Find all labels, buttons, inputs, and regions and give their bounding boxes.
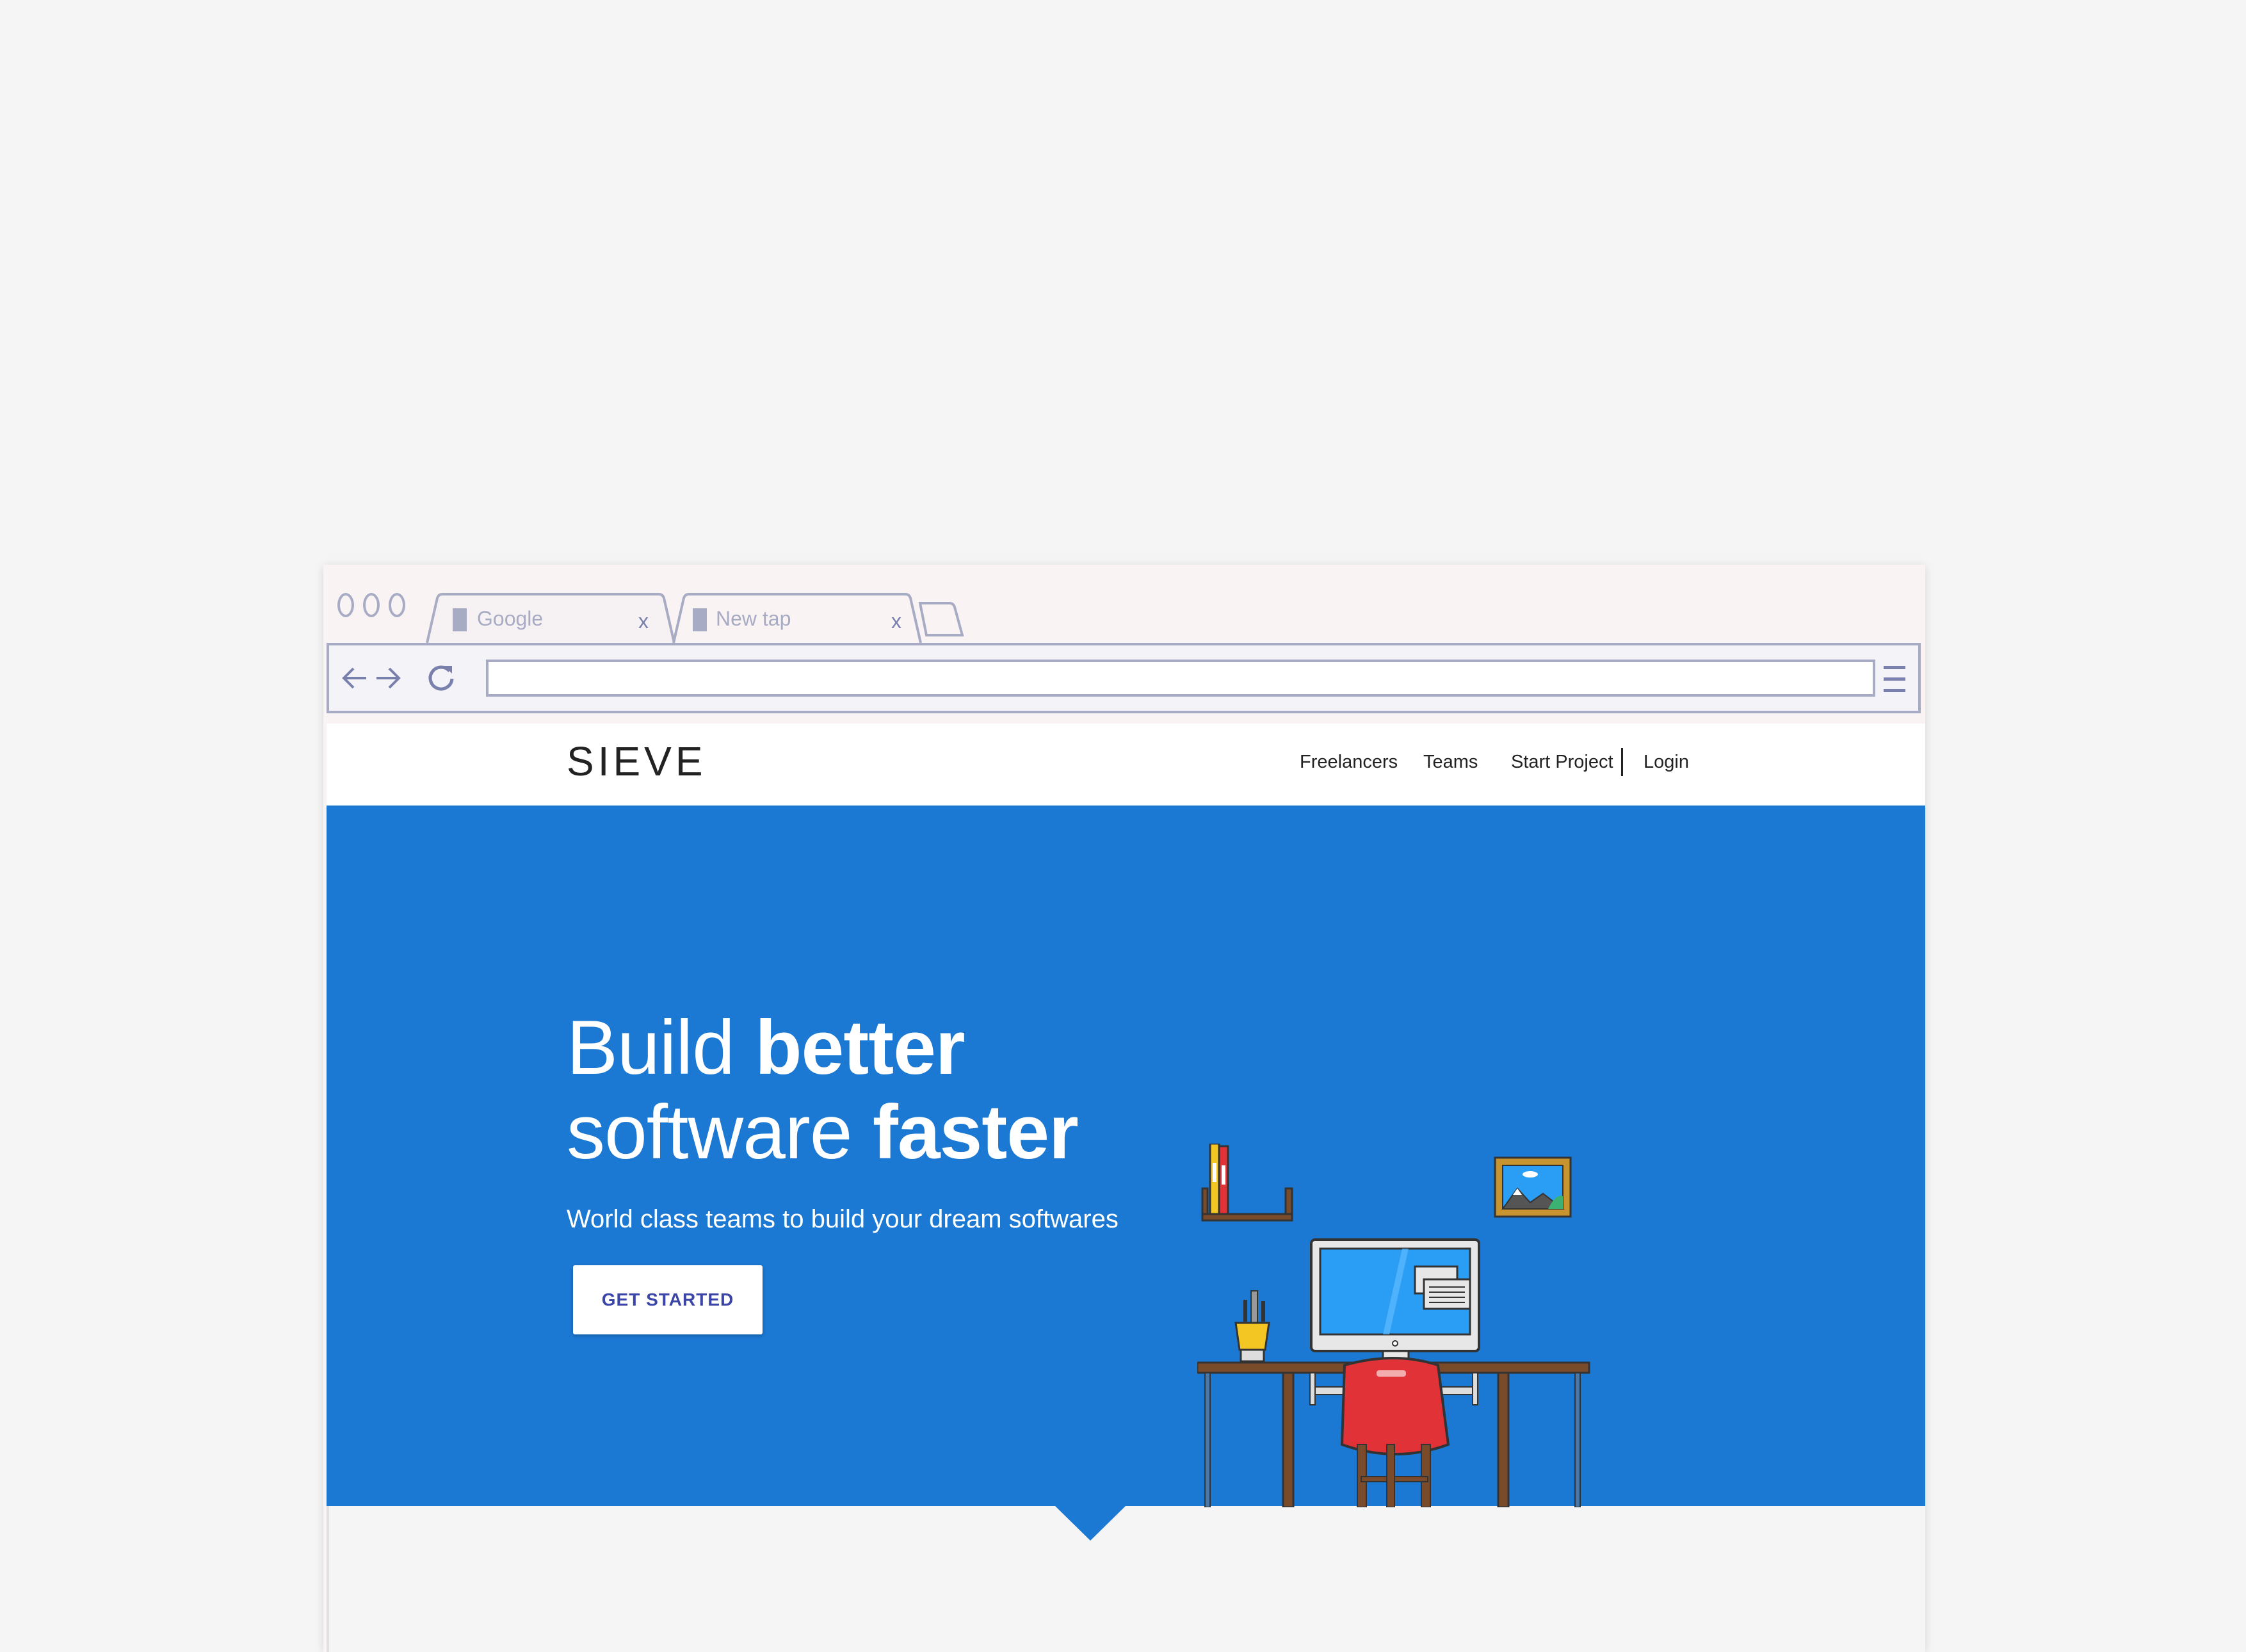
nav-link-teams[interactable]: Teams <box>1423 752 1478 773</box>
tab-favicon-icon <box>693 608 707 631</box>
tab-outline <box>672 593 922 644</box>
workspace-illustration <box>1197 1144 1590 1507</box>
site-navbar: SIEVE Freelancers Teams Start Project Lo… <box>327 724 1925 806</box>
minimize-window-dot[interactable] <box>363 593 380 617</box>
tab-label: Google <box>477 607 544 630</box>
nav-link-login[interactable]: Login <box>1644 752 1689 773</box>
get-started-button[interactable]: GET STARTED <box>573 1265 763 1334</box>
maximize-window-dot[interactable] <box>389 593 405 617</box>
hero-headline: Build better software faster <box>567 1005 1079 1175</box>
pencil-cup-icon <box>1234 1290 1270 1363</box>
tab-google[interactable]: Google x <box>426 593 677 644</box>
tab-label: New tap <box>716 607 791 630</box>
hero-pointer-notch <box>1055 1506 1126 1541</box>
nav-link-start-project[interactable]: Start Project <box>1511 752 1613 773</box>
headline-line1-bold: better <box>755 1005 965 1090</box>
browser-window: Google x New tap x SIEVE Freelancers Tea… <box>323 565 1925 1652</box>
window-controls <box>337 593 405 617</box>
web-page: SIEVE Freelancers Teams Start Project Lo… <box>327 724 1925 1652</box>
bookshelf-icon <box>1201 1144 1293 1222</box>
headline-line1-light: Build <box>567 1005 755 1090</box>
back-arrow-icon[interactable] <box>341 662 369 694</box>
nav-link-freelancers[interactable]: Freelancers <box>1300 752 1398 773</box>
browser-toolbar <box>327 643 1921 713</box>
nav-divider <box>1621 748 1623 776</box>
chair-icon <box>1340 1357 1450 1507</box>
site-logo[interactable]: SIEVE <box>567 738 707 785</box>
tab-new-tab[interactable]: New tap x <box>672 593 923 644</box>
tab-close-icon[interactable]: x <box>891 610 901 633</box>
picture-frame-icon <box>1494 1156 1572 1218</box>
new-tab-icon[interactable] <box>917 601 965 638</box>
monitor-icon <box>1310 1238 1480 1364</box>
hamburger-menu-icon[interactable] <box>1882 665 1907 694</box>
headline-line2-light: software <box>567 1089 873 1175</box>
tab-close-icon[interactable]: x <box>638 610 649 633</box>
reload-icon[interactable] <box>425 662 457 694</box>
forward-arrow-icon[interactable] <box>374 662 402 694</box>
address-bar-input[interactable] <box>486 660 1875 697</box>
hero-subtitle: World class teams to build your dream so… <box>567 1205 1119 1233</box>
headline-line2-bold: faster <box>872 1089 1079 1175</box>
close-window-dot[interactable] <box>337 593 354 617</box>
tab-favicon-icon <box>453 608 467 631</box>
hero-section: Build better software faster World class… <box>327 806 1925 1507</box>
